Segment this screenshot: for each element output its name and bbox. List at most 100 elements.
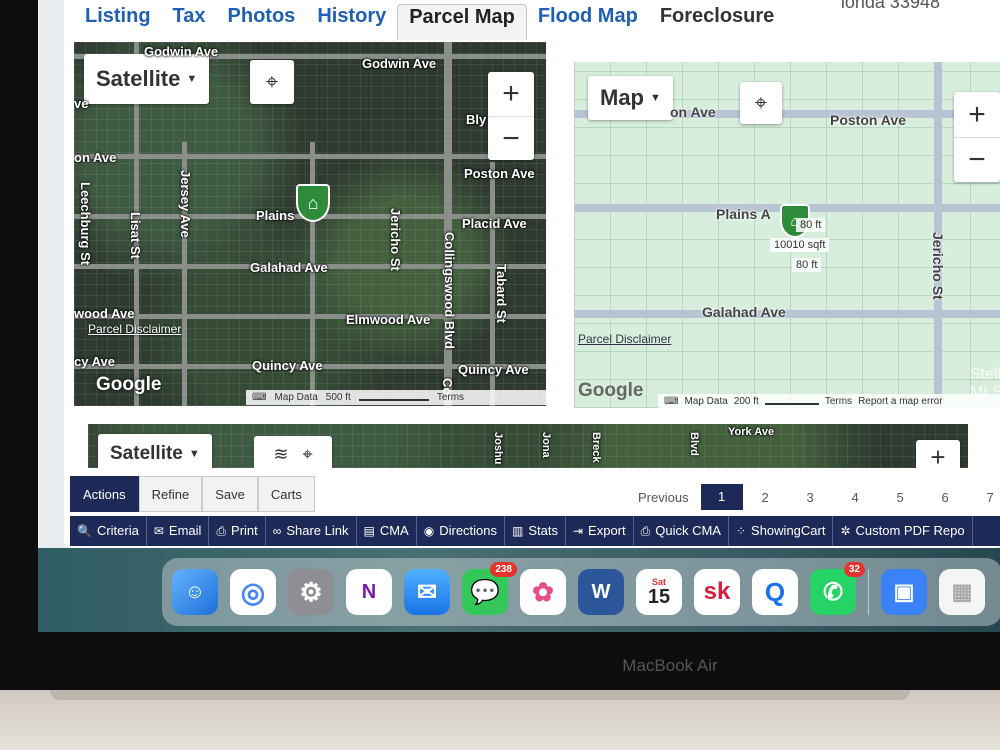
map-scale: 200 ft	[733, 396, 759, 407]
laptop-notch	[50, 690, 910, 700]
page-link-current[interactable]: 1	[700, 484, 743, 510]
finder-icon[interactable]: ☺	[172, 569, 218, 615]
map-type-dropdown[interactable]: Satellite ▼	[98, 434, 212, 468]
quicktime-icon[interactable]: Q	[752, 569, 798, 615]
tab-parcel-map[interactable]: Parcel Map	[397, 4, 527, 40]
chrome-icon[interactable]: ◎	[230, 569, 276, 615]
locate-icon[interactable]: ⌖	[250, 60, 294, 104]
map-data-link[interactable]: Map Data	[684, 396, 727, 407]
chevron-down-icon: ▼	[650, 92, 661, 104]
page-link[interactable]: 3	[788, 490, 833, 505]
terms-link[interactable]: Terms	[437, 392, 464, 403]
device-label: MacBook Air	[622, 656, 718, 675]
street-label: Joshu	[492, 432, 504, 465]
tab-history[interactable]: History	[306, 4, 397, 40]
street-label: Godwin Ave	[362, 56, 437, 71]
app-icon[interactable]: ▣	[881, 569, 927, 615]
listing-tabs: Listing Tax Photos History Parcel Map Fl…	[74, 0, 785, 40]
pagination: Previous 1 2 3 4 5 6 7	[638, 484, 1000, 510]
tab-tax[interactable]: Tax	[162, 4, 217, 40]
parcel-disclaimer-link[interactable]: Parcel Disclaimer	[88, 322, 181, 336]
keyboard-icon: ⌨	[252, 392, 267, 403]
messages-icon[interactable]: 💬 238	[462, 562, 517, 615]
street-label: Leechburg St	[78, 182, 93, 266]
street-label: Bly	[466, 112, 487, 127]
stats-button[interactable]: ▥ Stats	[505, 516, 566, 546]
previous-page-link[interactable]: Previous	[638, 490, 689, 505]
onenote-icon[interactable]: N	[346, 569, 392, 615]
layers-icon[interactable]: ≋	[273, 444, 288, 465]
satellite-map-secondary[interactable]: Satellite ▼ ≋ ⌖ York Ave Joshu Jona Breck…	[88, 424, 968, 468]
map-data-link[interactable]: Map Data	[274, 392, 317, 403]
mail-icon[interactable]: ✉	[404, 569, 450, 615]
tab-refine[interactable]: Refine	[138, 476, 203, 512]
tab-save[interactable]: Save	[202, 476, 258, 512]
map-type-dropdown[interactable]: Map ▼	[588, 76, 673, 120]
word-icon[interactable]: W	[578, 569, 624, 615]
action-toolbar: 🔍 Criteria ✉ Email ⎙ Print ∞ Share Link ▤ CMA…	[70, 516, 1000, 546]
zoom-out-button[interactable]: −	[488, 116, 534, 160]
address-heading: lorida 33948	[840, 0, 940, 12]
criteria-button[interactable]: 🔍 Criteria	[70, 516, 147, 546]
street-label: Galahad Ave	[702, 304, 786, 320]
page-link[interactable]: 7	[968, 490, 1000, 505]
whatsapp-icon[interactable]: ✆ 32	[810, 562, 865, 615]
whatsapp-badge: 32	[843, 562, 865, 577]
tab-listing[interactable]: Listing	[74, 4, 162, 40]
locate-icon[interactable]: ⌖	[302, 444, 312, 465]
chevron-down-icon: ▼	[188, 448, 200, 460]
messages-badge: 238	[490, 562, 517, 577]
cma-button[interactable]: ▤ CMA	[357, 516, 417, 546]
street-label: Tabard St	[494, 264, 509, 323]
page-link[interactable]: 2	[743, 490, 788, 505]
calendar-date: 15	[647, 586, 671, 608]
export-button[interactable]: ⇥ Export	[566, 516, 634, 546]
share-link-button[interactable]: ∞ Share Link	[266, 516, 357, 546]
tab-actions[interactable]: Actions	[70, 476, 139, 512]
tab-carts[interactable]: Carts	[257, 476, 315, 512]
street-label: Galahad Ave	[250, 260, 328, 275]
quick-cma-button[interactable]: ⎙ Quick CMA	[634, 516, 729, 546]
zoom-out-button[interactable]: −	[954, 137, 1000, 181]
property-pin-icon[interactable]: ⌂	[296, 184, 330, 222]
document-icon: ▤	[363, 524, 375, 538]
terms-link[interactable]: Terms	[825, 396, 852, 407]
tab-photos[interactable]: Photos	[217, 4, 307, 40]
satellite-map[interactable]: Satellite ▼ ⌖ + − Godwin Ave Godwin Ave v…	[74, 42, 546, 406]
zoom-control: + −	[954, 92, 1000, 182]
street-label: Blvd	[688, 432, 700, 456]
photos-icon[interactable]: ✿	[520, 569, 566, 615]
zoom-in-button[interactable]: +	[488, 72, 534, 116]
tab-flood-map[interactable]: Flood Map	[527, 4, 649, 40]
street-label: Plains A	[716, 206, 771, 222]
google-logo: Google	[578, 380, 644, 401]
page-link[interactable]: 4	[833, 490, 878, 505]
showingtime-icon[interactable]: sk	[694, 569, 740, 615]
zoom-in-button[interactable]: +	[954, 93, 1000, 137]
parcel-depth-label: 80 ft	[792, 258, 822, 272]
notes-grid-icon[interactable]: ▦	[939, 569, 985, 615]
street-map[interactable]: Map ▼ ⌖ + − on Ave Poston Ave Plains A Ga…	[574, 62, 1000, 408]
screen: lorida 33948 Listing Tax Photos History …	[38, 0, 1000, 632]
showing-cart-button[interactable]: ⁘ ShowingCart	[729, 516, 834, 546]
parcel-disclaimer-link[interactable]: Parcel Disclaimer	[578, 332, 671, 346]
printer-icon: ⎙	[640, 524, 651, 538]
street-label: Lisat St	[128, 212, 143, 259]
street-label: Collingswood Blvd	[442, 232, 457, 349]
street-label: Elmwood Ave	[346, 312, 431, 327]
calendar-icon[interactable]: Sat 15	[636, 569, 682, 615]
custom-pdf-report-button[interactable]: ✲ Custom PDF Repo	[833, 516, 973, 546]
email-button[interactable]: ✉ Email	[147, 516, 210, 546]
zoom-in-button[interactable]: +	[916, 440, 960, 468]
locate-icon[interactable]: ⌖	[740, 82, 782, 124]
page-link[interactable]: 5	[878, 490, 923, 505]
page-link[interactable]: 6	[923, 490, 968, 505]
email-icon: ✉	[153, 524, 164, 538]
report-error-link[interactable]: Report a map error	[858, 396, 942, 407]
directions-button[interactable]: ◉ Directions	[417, 516, 506, 546]
map-type-dropdown[interactable]: Satellite ▼	[84, 54, 210, 104]
street-label: Plains	[256, 208, 295, 223]
tab-foreclosure[interactable]: Foreclosure	[649, 4, 785, 40]
system-settings-icon[interactable]: ⚙	[288, 569, 334, 615]
print-button[interactable]: ⎙ Print	[209, 516, 266, 546]
